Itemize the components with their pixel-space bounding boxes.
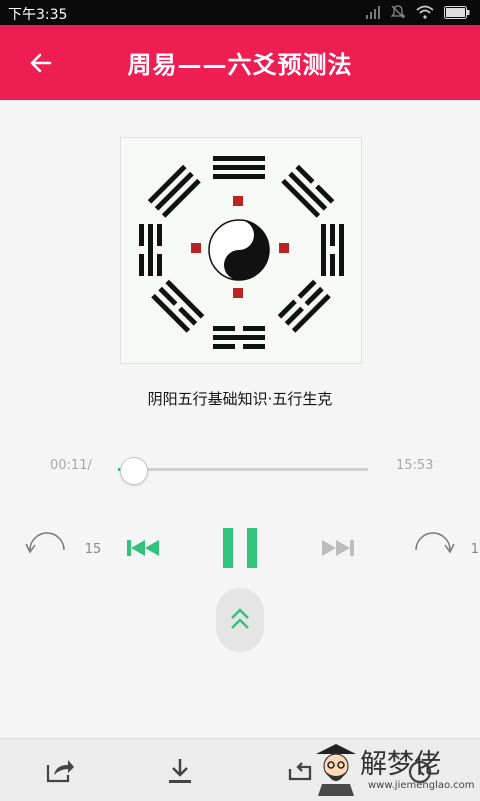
seek-bar[interactable] bbox=[118, 468, 368, 471]
download-icon bbox=[169, 759, 191, 783]
album-cover bbox=[120, 137, 362, 364]
pause-icon bbox=[223, 528, 257, 568]
watermark-name: 解梦佬 bbox=[360, 749, 441, 780]
track-title: 阴阳五行基础知识·五行生克 bbox=[147, 390, 333, 408]
bagua-yin-yang-image bbox=[139, 156, 344, 349]
battery-icon bbox=[444, 5, 470, 19]
rewind-icon bbox=[25, 532, 65, 554]
status-bar: 下午3:35 bbox=[0, 0, 480, 25]
share-icon bbox=[46, 760, 74, 783]
signal-icon bbox=[366, 6, 380, 19]
next-icon bbox=[322, 540, 354, 556]
status-time: 下午3:35 bbox=[8, 7, 68, 23]
previous-button[interactable] bbox=[125, 537, 163, 559]
forward-seconds: 15 bbox=[470, 542, 480, 557]
page-title: 周易——六爻预测法 bbox=[127, 51, 353, 79]
wifi-icon bbox=[416, 5, 434, 19]
pause-button[interactable] bbox=[221, 526, 259, 570]
app-bar: 周易——六爻预测法 bbox=[0, 25, 480, 100]
next-button[interactable] bbox=[318, 537, 356, 559]
forward-15-button[interactable]: 15 bbox=[410, 530, 480, 566]
double-chevron-up-icon bbox=[231, 608, 249, 629]
watermark-logo bbox=[316, 744, 356, 796]
mute-icon bbox=[390, 5, 406, 19]
current-time: 00:11/ bbox=[50, 458, 92, 473]
previous-icon bbox=[127, 540, 159, 556]
status-icons bbox=[366, 4, 470, 20]
rewind-15-button[interactable]: 15 bbox=[24, 530, 101, 566]
forward-icon bbox=[415, 532, 455, 554]
rewind-seconds: 15 bbox=[84, 542, 102, 557]
download-button[interactable] bbox=[164, 755, 196, 787]
total-time: 15:53 bbox=[396, 458, 434, 473]
share-button[interactable] bbox=[44, 755, 76, 787]
watermark-url: www.jiemenglao.com bbox=[368, 780, 475, 791]
watermark: 解梦佬 www.jiemenglao.com bbox=[310, 740, 480, 800]
seek-thumb[interactable] bbox=[120, 457, 148, 485]
expand-button[interactable] bbox=[216, 588, 264, 652]
